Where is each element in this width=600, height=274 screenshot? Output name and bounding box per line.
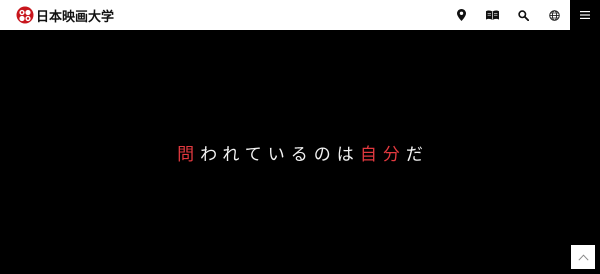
page-top-button[interactable]: [571, 245, 595, 269]
search-icon: [518, 9, 529, 21]
hero-catchphrase: 問われているのは自分だ: [0, 144, 600, 166]
globe-icon: [549, 9, 560, 21]
catch-char: 問: [177, 145, 201, 165]
brochure-button[interactable]: [477, 0, 508, 30]
catch-text: われているのは: [200, 145, 360, 165]
header-tools: [446, 0, 570, 30]
site-logo[interactable]: 日本映画大学: [16, 0, 114, 30]
hero-section: 問われているのは自分だ: [0, 30, 600, 274]
catch-text: だ: [405, 145, 429, 165]
access-button[interactable]: [446, 0, 477, 30]
logo-text: 日本映画大学: [36, 9, 115, 25]
site-header: 日本映画大学: [0, 0, 600, 30]
language-button[interactable]: [539, 0, 570, 30]
map-pin-icon: [457, 9, 466, 21]
catch-char: 分: [382, 145, 406, 165]
logo-emblem-icon: [16, 6, 34, 24]
menu-button[interactable]: [570, 0, 600, 30]
book-icon: [486, 10, 499, 20]
catch-char: 自: [359, 145, 383, 165]
search-button[interactable]: [508, 0, 539, 30]
hamburger-menu-icon: [580, 11, 590, 19]
chevron-up-icon: [577, 253, 589, 261]
